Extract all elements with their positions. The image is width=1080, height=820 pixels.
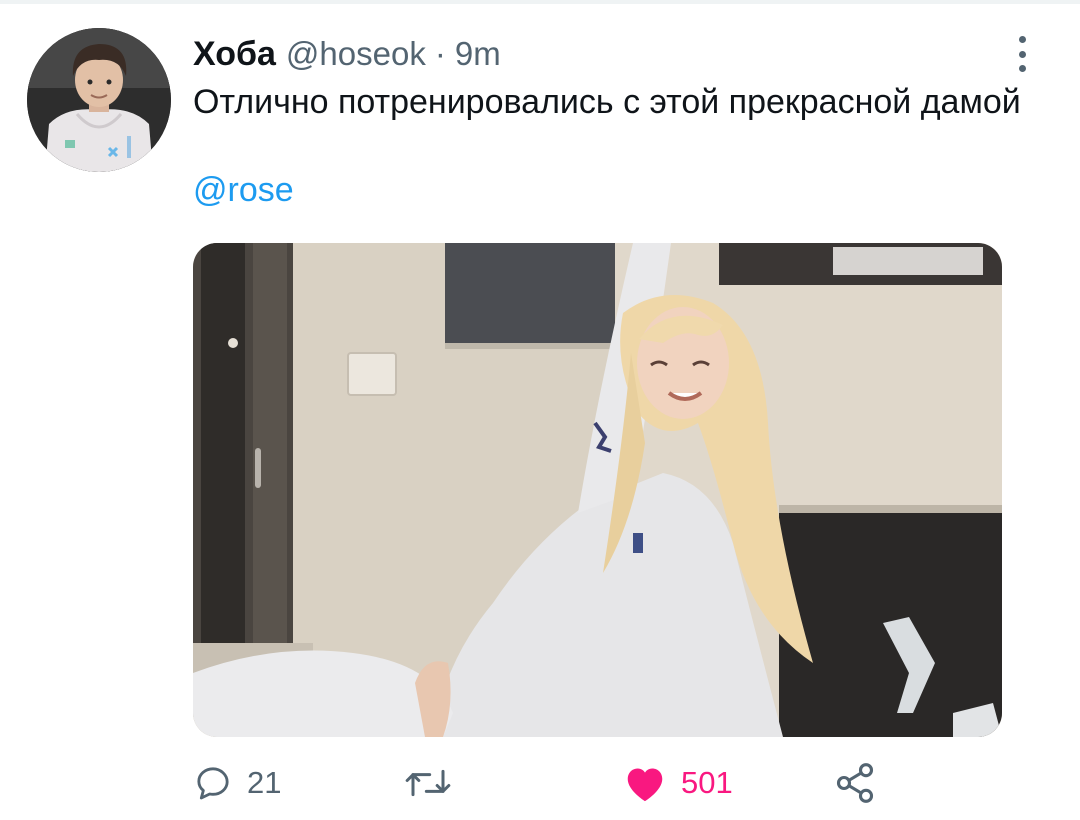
media-image	[193, 243, 1002, 737]
avatar-image	[27, 28, 171, 172]
tweet-time[interactable]: 9m	[455, 35, 501, 73]
avatar[interactable]	[27, 28, 171, 172]
like-count: 501	[681, 765, 733, 800]
share-icon	[836, 763, 874, 803]
author-name[interactable]: Хоба	[193, 35, 276, 74]
mention-link[interactable]: @rose	[193, 168, 294, 212]
like-button[interactable]: 501	[623, 758, 733, 808]
author-handle[interactable]: @hoseok	[286, 35, 426, 73]
more-vertical-icon[interactable]	[1006, 32, 1038, 76]
tweet-header: Хоба @hoseok · 9m	[193, 30, 501, 78]
tweet-text: Отлично потренировались с этой прекрасно…	[193, 83, 1021, 121]
reply-icon	[197, 767, 229, 800]
tweet-media[interactable]	[193, 243, 1002, 737]
reply-count: 21	[247, 765, 282, 800]
retweet-button[interactable]	[403, 758, 467, 808]
retweet-icon	[405, 769, 451, 797]
tweet[interactable]: Хоба @hoseok · 9m Отлично потренировалис…	[0, 0, 1080, 820]
heart-icon	[627, 768, 663, 802]
header-separator: ·	[434, 35, 446, 72]
tweet-actions: 21 501	[193, 758, 1002, 808]
reply-button[interactable]: 21	[193, 758, 281, 808]
share-button[interactable]	[833, 758, 877, 808]
